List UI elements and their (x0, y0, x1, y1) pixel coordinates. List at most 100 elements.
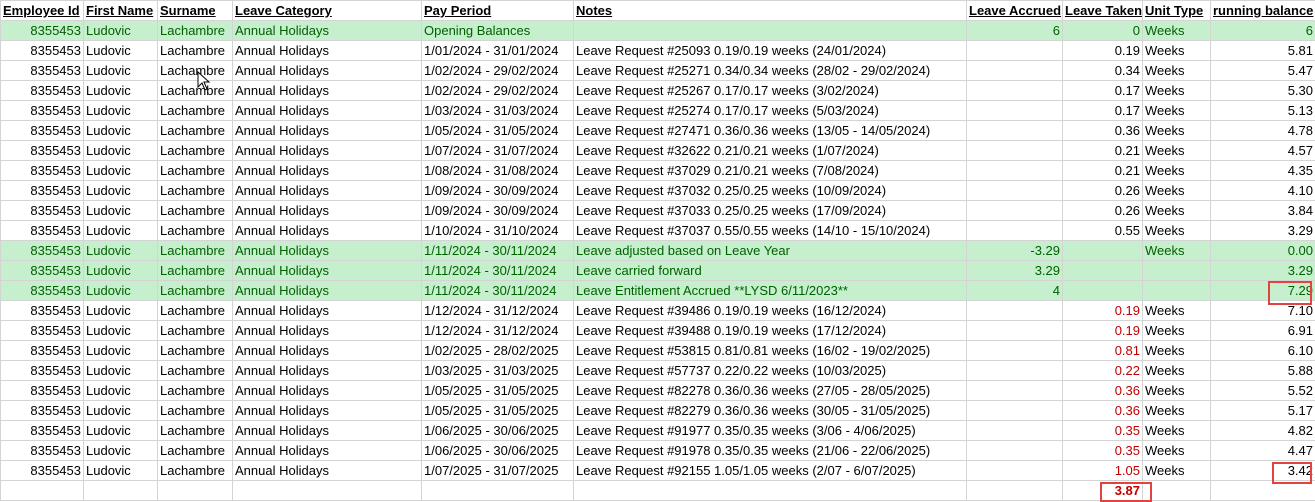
cell-employee-id[interactable]: 8355453 (0, 120, 84, 141)
cell-leave-category[interactable]: Annual Holidays (232, 380, 422, 401)
cell-pay-period[interactable]: 1/10/2024 - 31/10/2024 (421, 220, 574, 241)
cell-employee-id[interactable]: 8355453 (0, 460, 84, 481)
cell-unit-type[interactable]: Weeks (1142, 460, 1211, 481)
cell-notes[interactable]: Leave Request #91977 0.35/0.35 weeks (3/… (573, 420, 967, 441)
cell-surname[interactable]: Lachambre (157, 300, 233, 321)
cell-leave-category[interactable]: Annual Holidays (232, 360, 422, 381)
cell-running-balance[interactable]: 5.13 (1210, 100, 1315, 121)
cell-first-name[interactable]: Ludovic (83, 180, 158, 201)
cell-unit-type[interactable] (1142, 260, 1211, 281)
cell-pay-period[interactable]: 1/08/2024 - 31/08/2024 (421, 160, 574, 181)
cell-empty[interactable] (1142, 480, 1211, 501)
cell-running-balance[interactable]: 4.57 (1210, 140, 1315, 161)
cell-leave-accrued[interactable] (966, 120, 1063, 141)
cell-leave-taken[interactable]: 0.19 (1062, 320, 1143, 341)
cell-leave-category[interactable]: Annual Holidays (232, 240, 422, 261)
cell-surname[interactable]: Lachambre (157, 80, 233, 101)
cell-pay-period[interactable]: 1/02/2024 - 29/02/2024 (421, 60, 574, 81)
cell-pay-period[interactable]: 1/09/2024 - 30/09/2024 (421, 200, 574, 221)
cell-leave-accrued[interactable]: 6 (966, 20, 1063, 41)
cell-pay-period[interactable]: 1/06/2025 - 30/06/2025 (421, 420, 574, 441)
cell-surname[interactable]: Lachambre (157, 460, 233, 481)
cell-notes[interactable]: Leave Request #32622 0.21/0.21 weeks (1/… (573, 140, 967, 161)
cell-pay-period[interactable]: 1/03/2024 - 31/03/2024 (421, 100, 574, 121)
cell-leave-taken[interactable]: 0.36 (1062, 400, 1143, 421)
cell-employee-id[interactable]: 8355453 (0, 60, 84, 81)
cell-leave-accrued[interactable] (966, 400, 1063, 421)
cell-surname[interactable]: Lachambre (157, 220, 233, 241)
header-employee-id[interactable]: Employee Id (0, 0, 84, 21)
cell-leave-taken[interactable]: 0.22 (1062, 360, 1143, 381)
cell-leave-category[interactable]: Annual Holidays (232, 440, 422, 461)
cell-leave-category[interactable]: Annual Holidays (232, 220, 422, 241)
cell-running-balance[interactable]: 5.88 (1210, 360, 1315, 381)
cell-running-balance[interactable]: 4.35 (1210, 160, 1315, 181)
cell-empty[interactable] (0, 480, 84, 501)
cell-leave-accrued[interactable] (966, 180, 1063, 201)
cell-unit-type[interactable]: Weeks (1142, 120, 1211, 141)
cell-leave-category[interactable]: Annual Holidays (232, 320, 422, 341)
cell-running-balance[interactable]: 7.10 (1210, 300, 1315, 321)
cell-running-balance[interactable]: 3.84 (1210, 200, 1315, 221)
cell-leave-taken[interactable]: 0.36 (1062, 380, 1143, 401)
cell-surname[interactable]: Lachambre (157, 20, 233, 41)
cell-leave-accrued[interactable] (966, 340, 1063, 361)
cell-leave-accrued[interactable] (966, 100, 1063, 121)
cell-surname[interactable]: Lachambre (157, 180, 233, 201)
cell-leave-accrued[interactable] (966, 420, 1063, 441)
cell-empty[interactable] (83, 480, 158, 501)
cell-first-name[interactable]: Ludovic (83, 260, 158, 281)
cell-unit-type[interactable]: Weeks (1142, 360, 1211, 381)
cell-surname[interactable]: Lachambre (157, 280, 233, 301)
cell-first-name[interactable]: Ludovic (83, 420, 158, 441)
header-leave-category[interactable]: Leave Category (232, 0, 422, 21)
cell-leave-category[interactable]: Annual Holidays (232, 20, 422, 41)
cell-running-balance[interactable]: 3.42 (1210, 460, 1315, 481)
cell-running-balance[interactable]: 5.52 (1210, 380, 1315, 401)
cell-leave-taken[interactable]: 0.36 (1062, 120, 1143, 141)
cell-running-balance[interactable]: 4.78 (1210, 120, 1315, 141)
cell-leave-accrued[interactable] (966, 200, 1063, 221)
header-notes[interactable]: Notes (573, 0, 967, 21)
cell-unit-type[interactable]: Weeks (1142, 140, 1211, 161)
cell-employee-id[interactable]: 8355453 (0, 260, 84, 281)
cell-unit-type[interactable]: Weeks (1142, 380, 1211, 401)
cell-pay-period[interactable]: 1/11/2024 - 30/11/2024 (421, 280, 574, 301)
header-pay-period[interactable]: Pay Period (421, 0, 574, 21)
cell-notes[interactable]: Leave Request #39486 0.19/0.19 weeks (16… (573, 300, 967, 321)
cell-leave-taken[interactable]: 0.26 (1062, 200, 1143, 221)
cell-unit-type[interactable]: Weeks (1142, 220, 1211, 241)
cell-first-name[interactable]: Ludovic (83, 320, 158, 341)
cell-leave-category[interactable]: Annual Holidays (232, 120, 422, 141)
cell-leave-taken[interactable]: 0.55 (1062, 220, 1143, 241)
cell-empty[interactable] (966, 480, 1063, 501)
cell-unit-type[interactable]: Weeks (1142, 20, 1211, 41)
cell-leave-taken[interactable]: 0.35 (1062, 420, 1143, 441)
cell-unit-type[interactable] (1142, 280, 1211, 301)
cell-empty[interactable] (421, 480, 574, 501)
cell-surname[interactable]: Lachambre (157, 160, 233, 181)
cell-surname[interactable]: Lachambre (157, 360, 233, 381)
cell-first-name[interactable]: Ludovic (83, 380, 158, 401)
cell-running-balance[interactable]: 3.29 (1210, 220, 1315, 241)
cell-employee-id[interactable]: 8355453 (0, 220, 84, 241)
cell-first-name[interactable]: Ludovic (83, 80, 158, 101)
cell-running-balance[interactable]: 3.29 (1210, 260, 1315, 281)
cell-leave-category[interactable]: Annual Holidays (232, 460, 422, 481)
cell-leave-accrued[interactable] (966, 160, 1063, 181)
cell-leave-taken[interactable]: 0.21 (1062, 140, 1143, 161)
cell-leave-accrued[interactable] (966, 440, 1063, 461)
cell-leave-category[interactable]: Annual Holidays (232, 340, 422, 361)
cell-unit-type[interactable]: Weeks (1142, 100, 1211, 121)
cell-leave-category[interactable]: Annual Holidays (232, 260, 422, 281)
cell-pay-period[interactable]: 1/09/2024 - 30/09/2024 (421, 180, 574, 201)
cell-unit-type[interactable]: Weeks (1142, 40, 1211, 61)
cell-pay-period[interactable]: 1/05/2024 - 31/05/2024 (421, 120, 574, 141)
cell-surname[interactable]: Lachambre (157, 440, 233, 461)
cell-leave-accrued[interactable] (966, 300, 1063, 321)
cell-notes[interactable]: Leave Request #37029 0.21/0.21 weeks (7/… (573, 160, 967, 181)
cell-employee-id[interactable]: 8355453 (0, 160, 84, 181)
cell-surname[interactable]: Lachambre (157, 400, 233, 421)
cell-surname[interactable]: Lachambre (157, 60, 233, 81)
cell-notes[interactable]: Leave Request #39488 0.19/0.19 weeks (17… (573, 320, 967, 341)
